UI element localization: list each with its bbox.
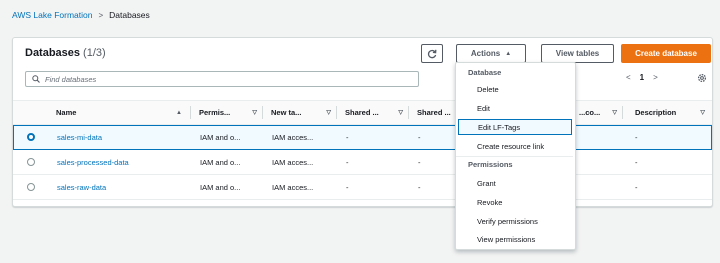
menu-item-revoke[interactable]: Revoke <box>458 194 572 210</box>
row-radio[interactable] <box>27 158 35 166</box>
column-divider <box>408 106 409 119</box>
menu-item-create-resource-link[interactable]: Create resource link <box>458 138 572 154</box>
column-divider <box>622 106 623 119</box>
menu-item-grant[interactable]: Grant <box>458 175 572 191</box>
view-tables-button[interactable]: View tables <box>541 44 614 63</box>
row-radio-cell[interactable] <box>27 125 35 149</box>
row-radio-cell[interactable] <box>27 150 35 174</box>
new-tables-cell: IAM acces... <box>272 157 314 167</box>
database-name-link[interactable]: sales-mi-data <box>57 125 102 149</box>
description-cell: - <box>635 132 638 142</box>
create-database-button[interactable]: Create database <box>621 44 711 63</box>
databases-table: Name ▲ Permis... ▽ New ta... ▽ Shared ..… <box>13 100 712 200</box>
selection-count: (1/3) <box>83 47 106 59</box>
column-header-hidden[interactable]: ...co... ▽ <box>575 101 623 124</box>
permissions-cell: IAM and o... <box>200 132 241 142</box>
column-header-label: Shared ... <box>417 108 451 117</box>
shared-cell: - <box>346 182 349 192</box>
database-name-link[interactable]: sales-processed-data <box>57 150 129 174</box>
search-input[interactable] <box>45 74 405 84</box>
menu-divider <box>456 156 573 157</box>
column-divider <box>262 106 263 119</box>
menu-item-delete[interactable]: Delete <box>458 81 572 97</box>
column-header-permissions[interactable]: Permis... ▽ <box>195 101 263 124</box>
panel-title-text: Databases <box>25 47 81 59</box>
breadcrumb-lake-formation-link[interactable]: AWS Lake Formation <box>12 10 92 20</box>
breadcrumb-current: Databases <box>109 10 150 20</box>
row-radio-cell[interactable] <box>27 175 35 199</box>
permissions-cell: IAM and o... <box>200 157 241 167</box>
create-database-label: Create database <box>635 49 697 58</box>
caret-up-icon: ▲ <box>505 50 512 57</box>
permissions-cell: IAM and o... <box>200 182 241 192</box>
prev-page-button[interactable]: < <box>626 73 631 82</box>
table-header: Name ▲ Permis... ▽ New ta... ▽ Shared ..… <box>13 100 712 125</box>
breadcrumb: AWS Lake Formation > Databases <box>12 10 150 20</box>
menu-group-database: Database <box>468 68 502 77</box>
search-icon <box>32 75 40 83</box>
menu-item-edit[interactable]: Edit <box>458 100 572 116</box>
row-radio[interactable] <box>27 183 35 191</box>
column-divider <box>336 106 337 119</box>
actions-button-label: Actions <box>470 49 501 58</box>
column-header-label: New ta... <box>271 108 302 117</box>
actions-button[interactable]: Actions ▲ <box>456 44 526 63</box>
column-header-label: Shared ... <box>345 108 379 117</box>
column-header-label: Name <box>56 108 77 117</box>
search-box <box>25 71 419 87</box>
shared-cell: - <box>346 132 349 142</box>
column-header-shared-1[interactable]: Shared ... ▽ <box>341 101 409 124</box>
settings-icon[interactable] <box>697 73 707 83</box>
description-cell: - <box>635 157 638 167</box>
table-row[interactable]: sales-mi-data IAM and o... IAM acces... … <box>13 125 712 150</box>
shared-cell: - <box>346 157 349 167</box>
table-row[interactable]: sales-raw-data IAM and o... IAM acces...… <box>13 175 712 200</box>
menu-item-view-permissions[interactable]: View permissions <box>458 231 572 247</box>
menu-item-verify-permissions[interactable]: Verify permissions <box>458 213 572 229</box>
panel-title: Databases (1/3) <box>25 47 106 59</box>
column-header-new-tables[interactable]: New ta... ▽ <box>267 101 337 124</box>
view-tables-label: View tables <box>555 49 600 58</box>
new-tables-cell: IAM acces... <box>272 132 314 142</box>
description-cell: - <box>635 182 638 192</box>
database-name-link[interactable]: sales-raw-data <box>57 175 106 199</box>
menu-item-edit-lf-tags[interactable]: Edit LF-Tags <box>458 119 572 135</box>
column-header-description[interactable]: Description ▽ <box>627 101 711 124</box>
breadcrumb-separator: > <box>98 10 104 20</box>
current-page[interactable]: 1 <box>640 73 644 82</box>
filter-icon: ▽ <box>700 110 705 116</box>
databases-panel: Databases (1/3) Actions ▲ View tables Cre… <box>12 37 713 207</box>
next-page-button[interactable]: > <box>653 73 658 82</box>
row-radio-selected[interactable] <box>27 133 35 141</box>
column-header-name[interactable]: Name ▲ <box>56 101 191 124</box>
table-row[interactable]: sales-processed-data IAM and o... IAM ac… <box>13 150 712 175</box>
pagination: < 1 > <box>626 73 658 82</box>
column-header-label: Permis... <box>199 108 231 117</box>
column-divider <box>190 106 191 119</box>
refresh-button[interactable] <box>421 44 443 63</box>
shared-cell: - <box>418 182 421 192</box>
column-header-label: Description <box>635 108 677 117</box>
menu-group-permissions: Permissions <box>468 160 513 169</box>
column-header-label: ...co... <box>579 108 601 117</box>
new-tables-cell: IAM acces... <box>272 182 314 192</box>
shared-cell: - <box>418 157 421 167</box>
refresh-icon <box>427 49 437 58</box>
actions-dropdown-menu: Database Delete Edit Edit LF-Tags Create… <box>455 62 576 250</box>
sort-icon: ▲ <box>176 109 182 116</box>
shared-cell: - <box>418 132 421 142</box>
